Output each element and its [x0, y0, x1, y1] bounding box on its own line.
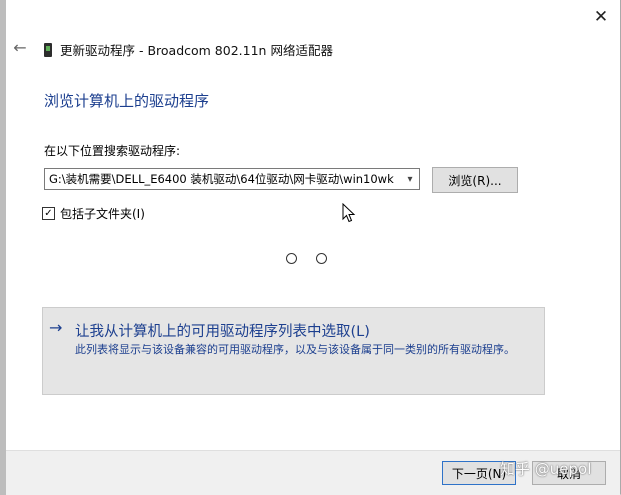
close-button[interactable]: ✕	[588, 6, 614, 28]
update-driver-dialog: ✕ ← 更新驱动程序 - Broadcom 802.11n 网络适配器 浏览计算…	[6, 0, 621, 495]
close-icon: ✕	[593, 7, 609, 27]
chevron-down-icon[interactable]: ▾	[401, 169, 419, 189]
back-arrow-icon: ←	[13, 37, 27, 57]
page-heading: 浏览计算机上的驱动程序	[44, 92, 210, 110]
path-input[interactable]	[45, 169, 407, 189]
include-subfolders-label: 包括子文件夹(I)	[60, 207, 145, 221]
dialog-title-row: 更新驱动程序 - Broadcom 802.11n 网络适配器	[44, 40, 333, 59]
option-title: 让我从计算机上的可用驱动程序列表中选取(L)	[75, 324, 370, 340]
watermark-text: 知乎 @uepol	[500, 460, 592, 478]
browse-button[interactable]: 浏览(R)...	[432, 167, 518, 193]
loading-dot-2	[316, 253, 327, 264]
back-button[interactable]: ←	[10, 37, 30, 57]
mouse-pointer-icon	[342, 203, 356, 223]
include-subfolders-checkbox[interactable]: ✓ 包括子文件夹(I)	[42, 205, 145, 222]
search-location-label: 在以下位置搜索驱动程序:	[44, 144, 181, 158]
option-description: 此列表将显示与该设备兼容的可用驱动程序，以及与该设备属于同一类别的所有驱动程序。	[75, 343, 515, 356]
loading-dot-1	[286, 253, 297, 264]
arrow-right-icon: →	[49, 318, 63, 337]
network-adapter-icon	[44, 42, 52, 57]
pick-from-list-option[interactable]: → 让我从计算机上的可用驱动程序列表中选取(L) 此列表将显示与该设备兼容的可用…	[42, 307, 545, 395]
path-combobox[interactable]: ▾	[44, 168, 420, 190]
dialog-title: 更新驱动程序 - Broadcom 802.11n 网络适配器	[60, 43, 333, 58]
checkbox-box[interactable]: ✓	[42, 207, 55, 220]
